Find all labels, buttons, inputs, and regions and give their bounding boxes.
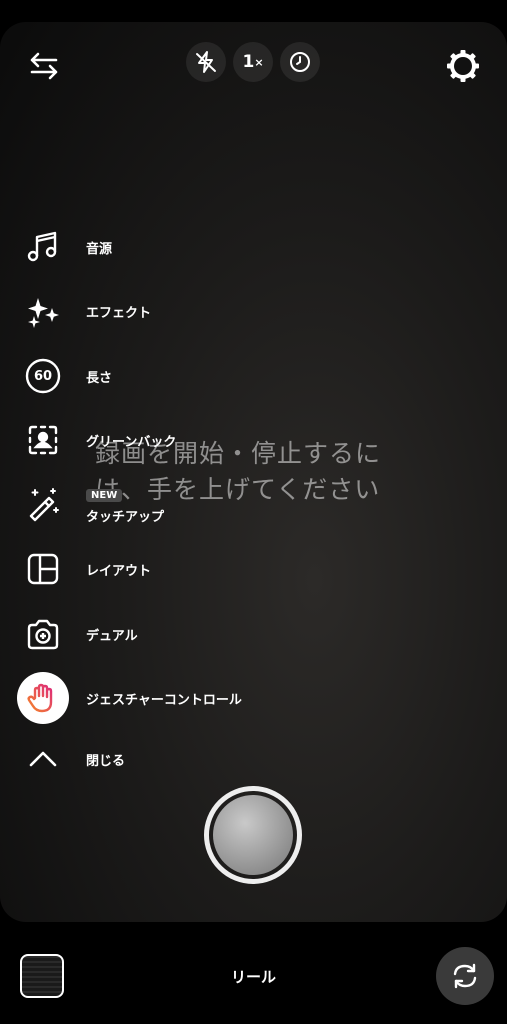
tool-touch-up[interactable]: タッチアップ bbox=[20, 481, 164, 527]
tool-audio-label: 音源 bbox=[86, 241, 113, 257]
zoom-button[interactable]: 1 × bbox=[233, 42, 273, 82]
tool-layout[interactable]: レイアウト bbox=[20, 546, 151, 592]
zoom-suffix: × bbox=[254, 55, 264, 69]
tool-effects[interactable]: エフェクト bbox=[20, 288, 151, 334]
timer-clock-icon[interactable] bbox=[280, 42, 320, 82]
length-60-icon: 60 bbox=[20, 353, 66, 399]
length-value: 60 bbox=[33, 368, 53, 384]
sparkles-icon bbox=[20, 288, 66, 334]
tool-touch-up-label: タッチアップ bbox=[86, 509, 165, 525]
tool-gesture-control[interactable]: ジェスチャーコントロール bbox=[17, 672, 242, 724]
new-badge: NEW bbox=[86, 489, 123, 502]
mode-label-reels[interactable]: リール bbox=[0, 966, 507, 987]
zoom-value: 1 bbox=[242, 52, 255, 72]
tool-layout-label: レイアウト bbox=[86, 563, 152, 579]
dual-camera-icon bbox=[20, 611, 66, 657]
record-shutter-button[interactable] bbox=[204, 786, 302, 884]
flip-camera-icon[interactable] bbox=[436, 947, 494, 1005]
settings-gear-icon[interactable] bbox=[441, 44, 485, 88]
music-note-icon bbox=[20, 224, 66, 270]
tool-close-label: 閉じる bbox=[86, 753, 126, 769]
layout-grid-icon bbox=[20, 546, 66, 592]
tool-dual-label: デュアル bbox=[86, 628, 138, 644]
tool-audio[interactable]: 音源 bbox=[20, 224, 112, 270]
shutter-inner bbox=[213, 795, 293, 875]
switch-arrows-icon[interactable] bbox=[22, 46, 66, 86]
flash-off-icon[interactable] bbox=[186, 42, 226, 82]
magic-wand-icon bbox=[20, 481, 66, 527]
tool-close[interactable]: 閉じる bbox=[20, 736, 125, 782]
tool-dual[interactable]: デュアル bbox=[20, 611, 138, 657]
tool-gesture-control-label: ジェスチャーコントロール bbox=[86, 692, 242, 708]
gesture-hand-icon bbox=[17, 672, 69, 724]
tool-length-label: 長さ bbox=[86, 370, 113, 386]
green-screen-person-icon bbox=[20, 417, 66, 463]
tool-green-screen-label: グリーンバック bbox=[86, 434, 177, 450]
tool-length[interactable]: 60 長さ bbox=[20, 353, 112, 399]
tool-effects-label: エフェクト bbox=[86, 305, 152, 321]
chevron-up-icon bbox=[20, 736, 66, 782]
tool-green-screen[interactable]: グリーンバック bbox=[20, 417, 176, 463]
